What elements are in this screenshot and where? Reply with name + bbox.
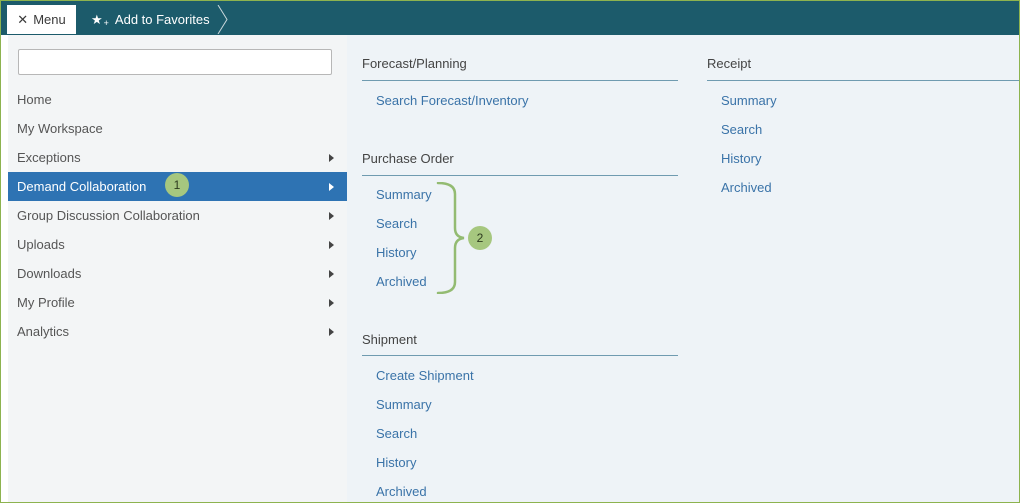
link-receipt-archived[interactable]: Archived <box>721 180 772 195</box>
callout-badge-2: 2 <box>468 226 492 250</box>
chevron-right-icon <box>329 183 334 191</box>
add-to-favorites-button[interactable]: ★ + Add to Favorites <box>79 5 224 34</box>
star-plus-icon: ★ <box>91 11 103 27</box>
link-receipt-summary[interactable]: Summary <box>721 93 777 108</box>
link-shipment-summary[interactable]: Summary <box>376 397 432 412</box>
nav-item-my-profile[interactable]: My Profile <box>8 288 347 317</box>
link-shipment-archived[interactable]: Archived <box>376 484 427 499</box>
chevron-right-icon <box>329 241 334 249</box>
chevron-right-icon <box>329 299 334 307</box>
link-shipment-history[interactable]: History <box>376 455 416 470</box>
nav-item-label: Downloads <box>17 266 82 281</box>
section-title-forecast: Forecast/Planning <box>362 56 467 71</box>
section-title-receipt: Receipt <box>707 56 752 71</box>
chevron-right-icon <box>329 154 334 162</box>
link-po-search[interactable]: Search <box>376 216 417 231</box>
section-divider <box>707 80 1020 81</box>
section-divider <box>362 355 678 356</box>
chevron-right-icon <box>329 270 334 278</box>
nav-item-analytics[interactable]: Analytics <box>8 317 347 346</box>
nav-item-label: Exceptions <box>17 150 81 165</box>
section-title-shipment: Shipment <box>362 332 417 347</box>
section-divider <box>362 175 678 176</box>
callout-bracket <box>436 182 465 294</box>
breadcrumb-chevron-icon <box>217 5 228 34</box>
nav-item-downloads[interactable]: Downloads <box>8 259 347 288</box>
add-to-favorites-label: Add to Favorites <box>114 12 210 27</box>
section-divider <box>362 80 678 81</box>
chevron-right-icon <box>329 328 334 336</box>
link-po-history[interactable]: History <box>376 245 416 260</box>
nav-panel: Home My Workspace Exceptions Demand Coll… <box>8 35 347 503</box>
nav-item-label: Group Discussion Collaboration <box>17 208 200 223</box>
menu-close-tab[interactable]: ✕ Menu <box>7 5 76 34</box>
link-create-shipment[interactable]: Create Shipment <box>376 368 474 383</box>
link-po-archived[interactable]: Archived <box>376 274 427 289</box>
callout-badge-1: 1 <box>165 173 189 197</box>
nav-item-label: My Profile <box>17 295 75 310</box>
nav-item-exceptions[interactable]: Exceptions <box>8 143 347 172</box>
link-search-forecast-inventory[interactable]: Search Forecast/Inventory <box>376 93 528 108</box>
nav-item-label: Analytics <box>17 324 70 339</box>
nav-item-home[interactable]: Home <box>8 85 347 114</box>
nav-item-label: My Workspace <box>17 121 103 136</box>
link-shipment-search[interactable]: Search <box>376 426 417 441</box>
section-title-purchase-order: Purchase Order <box>362 151 454 166</box>
nav-item-uploads[interactable]: Uploads <box>8 230 347 259</box>
menu-label: Menu <box>33 12 66 27</box>
nav-item-group-discussion-collaboration[interactable]: Group Discussion Collaboration <box>8 201 347 230</box>
link-receipt-history[interactable]: History <box>721 151 761 166</box>
close-icon: ✕ <box>17 11 29 27</box>
chevron-right-icon <box>329 212 334 220</box>
link-po-summary[interactable]: Summary <box>376 187 432 202</box>
nav-item-my-workspace[interactable]: My Workspace <box>8 114 347 143</box>
nav-item-label: Home <box>17 92 52 107</box>
nav-item-label: Demand Collaboration <box>17 179 147 194</box>
link-receipt-search[interactable]: Search <box>721 122 762 137</box>
nav-item-label: Uploads <box>17 237 65 252</box>
menu-search-input[interactable] <box>18 49 332 75</box>
